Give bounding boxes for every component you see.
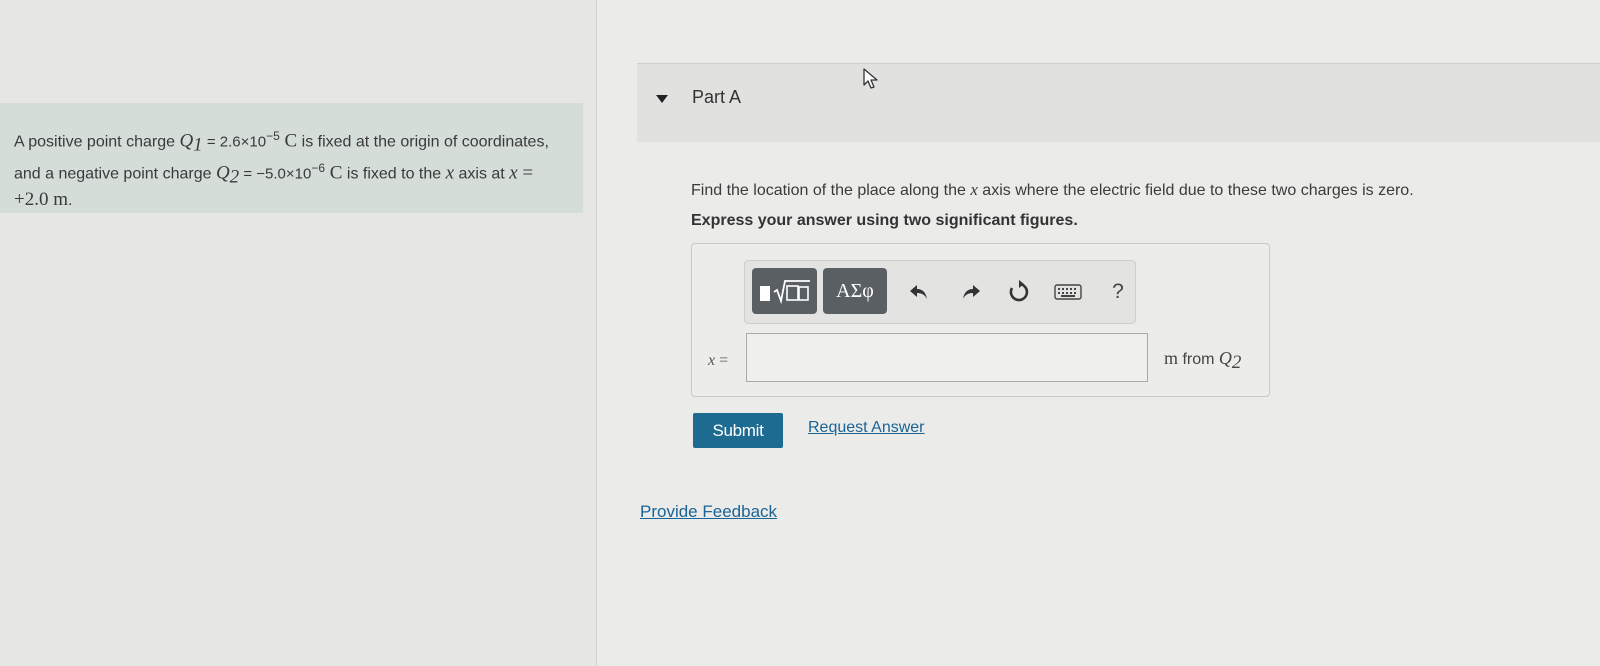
templates-button[interactable] xyxy=(752,268,817,314)
submit-button[interactable]: Submit xyxy=(693,413,783,448)
templates-icon xyxy=(759,280,810,304)
greek-symbols-button[interactable]: ΑΣφ xyxy=(823,268,887,314)
mouse-cursor-icon xyxy=(863,68,878,89)
caret-down-icon[interactable] xyxy=(655,92,669,106)
q2-subscript: 2 xyxy=(229,166,240,188)
problem-text: is fixed to the xyxy=(342,164,446,182)
q1-symbol: Q xyxy=(179,130,194,152)
request-answer-link[interactable]: Request Answer xyxy=(808,419,925,437)
x-symbol: x xyxy=(509,161,518,183)
q2-value: = −5.0×10 xyxy=(239,164,312,182)
q1-exponent: −5 xyxy=(266,129,280,143)
redo-icon[interactable] xyxy=(957,278,985,306)
q2-symbol: Q xyxy=(215,161,230,183)
problem-text: axis at xyxy=(454,164,510,182)
x-symbol: x xyxy=(970,180,978,199)
part-title[interactable]: Part A xyxy=(692,87,741,108)
keyboard-icon[interactable] xyxy=(1054,278,1082,306)
question-text: Find the location of the place along the… xyxy=(691,180,1414,199)
help-button[interactable]: ? xyxy=(1104,278,1132,306)
problem-text: . xyxy=(68,192,73,210)
answer-variable-label: x = xyxy=(708,352,729,369)
reset-icon[interactable] xyxy=(1005,278,1033,306)
x-symbol: x xyxy=(445,161,455,183)
unit-label: m from Q2 xyxy=(1164,348,1242,374)
problem-statement: A positive point charge Q1 = 2.6×10−5 C … xyxy=(0,103,583,213)
problem-text: A positive point charge xyxy=(14,133,180,151)
q2-exponent: −6 xyxy=(311,160,326,175)
part-header[interactable] xyxy=(637,63,1600,142)
undo-icon[interactable] xyxy=(905,278,933,306)
q1-subscript: 1 xyxy=(193,134,203,156)
instruction-text: Express your answer using two significan… xyxy=(691,212,1078,229)
answer-input[interactable] xyxy=(746,333,1148,382)
q1-unit: C xyxy=(279,130,298,152)
provide-feedback-link[interactable]: Provide Feedback xyxy=(640,502,777,522)
left-pane xyxy=(0,0,597,666)
q1-value: = 2.6×10 xyxy=(202,133,267,151)
q2-unit: C xyxy=(325,161,343,183)
